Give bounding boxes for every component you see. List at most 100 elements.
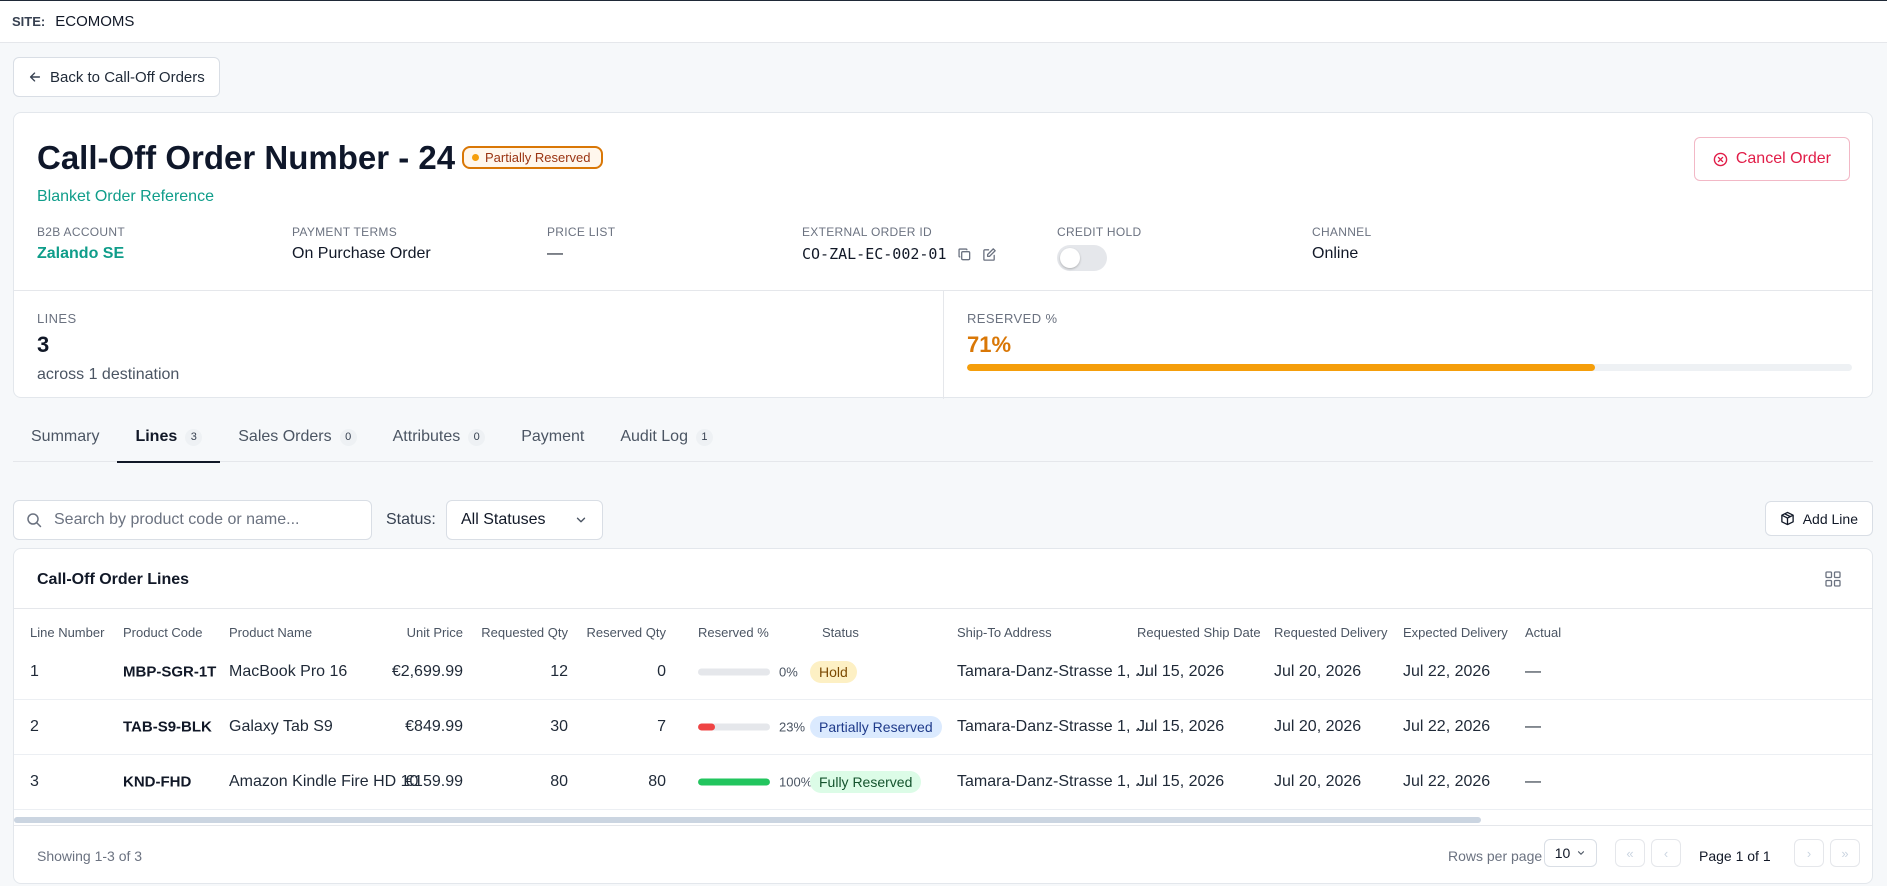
reserved-qty-cell: 7 <box>657 718 666 735</box>
page-info: Page 1 of 1 <box>1699 848 1771 864</box>
site-value: ECOMOMS <box>55 13 135 30</box>
prev-page-button[interactable]: ‹ <box>1651 839 1681 867</box>
unit-price-cell: €159.99 <box>405 773 463 790</box>
meta-label: PRICE LIST <box>547 225 616 239</box>
lines-stat-value: 3 <box>37 332 50 357</box>
actual-delivery-cell: — <box>1525 773 1541 790</box>
requested-delivery-cell: Jul 20, 2026 <box>1274 718 1362 735</box>
cancel-order-button[interactable]: Cancel Order <box>1693 137 1850 181</box>
unit-price-cell: €849.99 <box>405 718 463 735</box>
lines-stat: LINES 3 across 1 destination <box>14 291 944 399</box>
product-name-cell: MacBook Pro 16 <box>229 663 348 680</box>
tab-attributes[interactable]: Attributes 0 <box>375 412 504 462</box>
chevron-down-icon <box>1578 851 1585 855</box>
column-header[interactable]: Line Number <box>30 625 104 640</box>
column-header[interactable]: Expected Delivery <box>1403 625 1508 640</box>
order-lines-title: Call-Off Order Lines <box>37 571 190 588</box>
column-header[interactable]: Requested Ship Date <box>1137 625 1261 640</box>
horizontal-scrollbar[interactable] <box>14 817 1481 823</box>
meta-label: B2B ACCOUNT <box>37 225 125 239</box>
status-badge: Fully Reserved <box>810 771 922 793</box>
unit-price-cell: €2,699.99 <box>391 663 463 680</box>
tab-label: Payment <box>521 428 585 445</box>
rows-per-page-select[interactable]: 10 <box>1544 839 1597 867</box>
tab-label: Audit Log <box>620 428 688 445</box>
chevrons-left-icon: « <box>1626 845 1634 861</box>
edit-icon[interactable] <box>982 247 997 262</box>
copy-icon[interactable] <box>957 247 972 262</box>
meta-credit-hold: CREDIT HOLD <box>1057 225 1141 271</box>
credit-hold-toggle[interactable] <box>1057 245 1107 271</box>
column-header[interactable]: Actual <box>1525 625 1561 640</box>
meta-value: — <box>547 245 563 262</box>
grid-view-icon[interactable] <box>1824 570 1842 588</box>
reserved-progress-bar <box>967 364 1852 371</box>
column-header[interactable]: Product Name <box>229 625 312 640</box>
search-box[interactable] <box>13 500 372 540</box>
reserved-percent-cell: 23% <box>779 719 806 735</box>
tab-summary[interactable]: Summary <box>13 412 117 462</box>
reserved-qty-cell: 80 <box>648 773 666 790</box>
meta-channel: CHANNEL Online <box>1312 225 1371 263</box>
column-header[interactable]: Reserved Qty <box>587 625 666 640</box>
lines-stat-label: LINES <box>37 311 77 326</box>
table-row[interactable]: 3 KND-FHD Amazon Kindle Fire HD 10 €159.99 8… <box>14 755 1872 810</box>
column-header[interactable]: Product Code <box>123 625 203 640</box>
blanket-order-link[interactable]: Blanket Order Reference <box>37 188 214 206</box>
add-line-label: Add Line <box>1802 510 1858 527</box>
product-name-cell: Amazon Kindle Fire HD 10 <box>229 773 419 790</box>
add-line-button[interactable]: Add Line <box>1764 501 1873 536</box>
reserved-progress-fill <box>698 778 770 786</box>
column-header[interactable]: Requested Qty <box>481 625 568 640</box>
column-header[interactable]: Unit Price <box>407 625 463 640</box>
next-page-button[interactable]: › <box>1794 839 1824 867</box>
search-input[interactable] <box>54 511 344 529</box>
table-row[interactable]: 2 TAB-S9-BLK Galaxy Tab S9 €849.99 30 7 23% Par… <box>14 700 1872 755</box>
back-button[interactable]: Back to Call-Off Orders <box>13 57 220 97</box>
product-code-cell: MBP-SGR-1T <box>123 663 217 681</box>
meta-value: Online <box>1312 245 1359 262</box>
requested-qty-cell: 80 <box>550 773 568 790</box>
ship-to-address-cell: Tamara-Danz-Strasse 1, ... <box>957 718 1149 735</box>
package-icon <box>1780 511 1794 526</box>
showing-count: Showing 1-3 of 3 <box>37 848 143 864</box>
meta-label: CHANNEL <box>1312 225 1372 239</box>
tab-lines[interactable]: Lines 3 <box>117 412 221 463</box>
b2b-account-link[interactable]: Zalando SE <box>37 245 125 263</box>
table-row[interactable]: 1 MBP-SGR-1T MacBook Pro 16 €2,699.99 12 0 0% H… <box>14 645 1872 700</box>
expected-delivery-cell: Jul 22, 2026 <box>1403 773 1491 790</box>
column-header[interactable]: Status <box>822 625 859 640</box>
reserved-qty-cell: 0 <box>657 663 666 680</box>
column-header[interactable]: Reserved % <box>698 625 769 640</box>
reserved-progress-bar <box>698 723 770 731</box>
column-header[interactable]: Requested Delivery <box>1274 625 1387 640</box>
order-header-card: Call-Off Order Number - 24 Partially Res… <box>13 112 1873 399</box>
meta-price-list: PRICE LIST — <box>547 225 615 263</box>
tab-sales-orders[interactable]: Sales Orders 0 <box>220 412 374 462</box>
meta-value: On Purchase Order <box>292 245 431 262</box>
reserved-progress-bar <box>698 778 770 786</box>
status-badge-label: Partially Reserved <box>485 150 591 165</box>
column-header[interactable]: Ship-To Address <box>957 625 1052 640</box>
rows-per-page-label: Rows per page <box>1448 848 1543 864</box>
ship-to-address-cell: Tamara-Danz-Strasse 1, ... <box>957 663 1149 680</box>
requested-qty-cell: 30 <box>550 718 568 735</box>
status-filter-select[interactable]: All Statuses <box>446 500 603 540</box>
cancel-circle-icon <box>1713 152 1728 166</box>
order-lines-header: Call-Off Order Lines <box>14 549 1872 609</box>
external-order-id-value: CO-ZAL-EC-002-01 <box>802 245 947 263</box>
search-icon <box>27 513 42 528</box>
first-page-button[interactable]: « <box>1615 839 1645 867</box>
last-page-button[interactable]: » <box>1830 839 1860 867</box>
status-badge: Partially Reserved <box>810 716 942 738</box>
tab-audit-log[interactable]: Audit Log 1 <box>602 412 731 462</box>
reserved-stat-value: 71% <box>967 332 1012 357</box>
requested-ship-date-cell: Jul 15, 2026 <box>1137 663 1225 680</box>
chevrons-right-icon: » <box>1841 845 1849 861</box>
lines-stat-sub: across 1 destination <box>37 366 180 383</box>
expected-delivery-cell: Jul 22, 2026 <box>1403 718 1491 735</box>
rows-per-page-value: 10 <box>1554 845 1571 861</box>
tab-payment[interactable]: Payment <box>503 412 602 462</box>
tab-count-badge: 0 <box>468 428 486 446</box>
ship-to-address-cell: Tamara-Danz-Strasse 1, ... <box>957 773 1149 790</box>
